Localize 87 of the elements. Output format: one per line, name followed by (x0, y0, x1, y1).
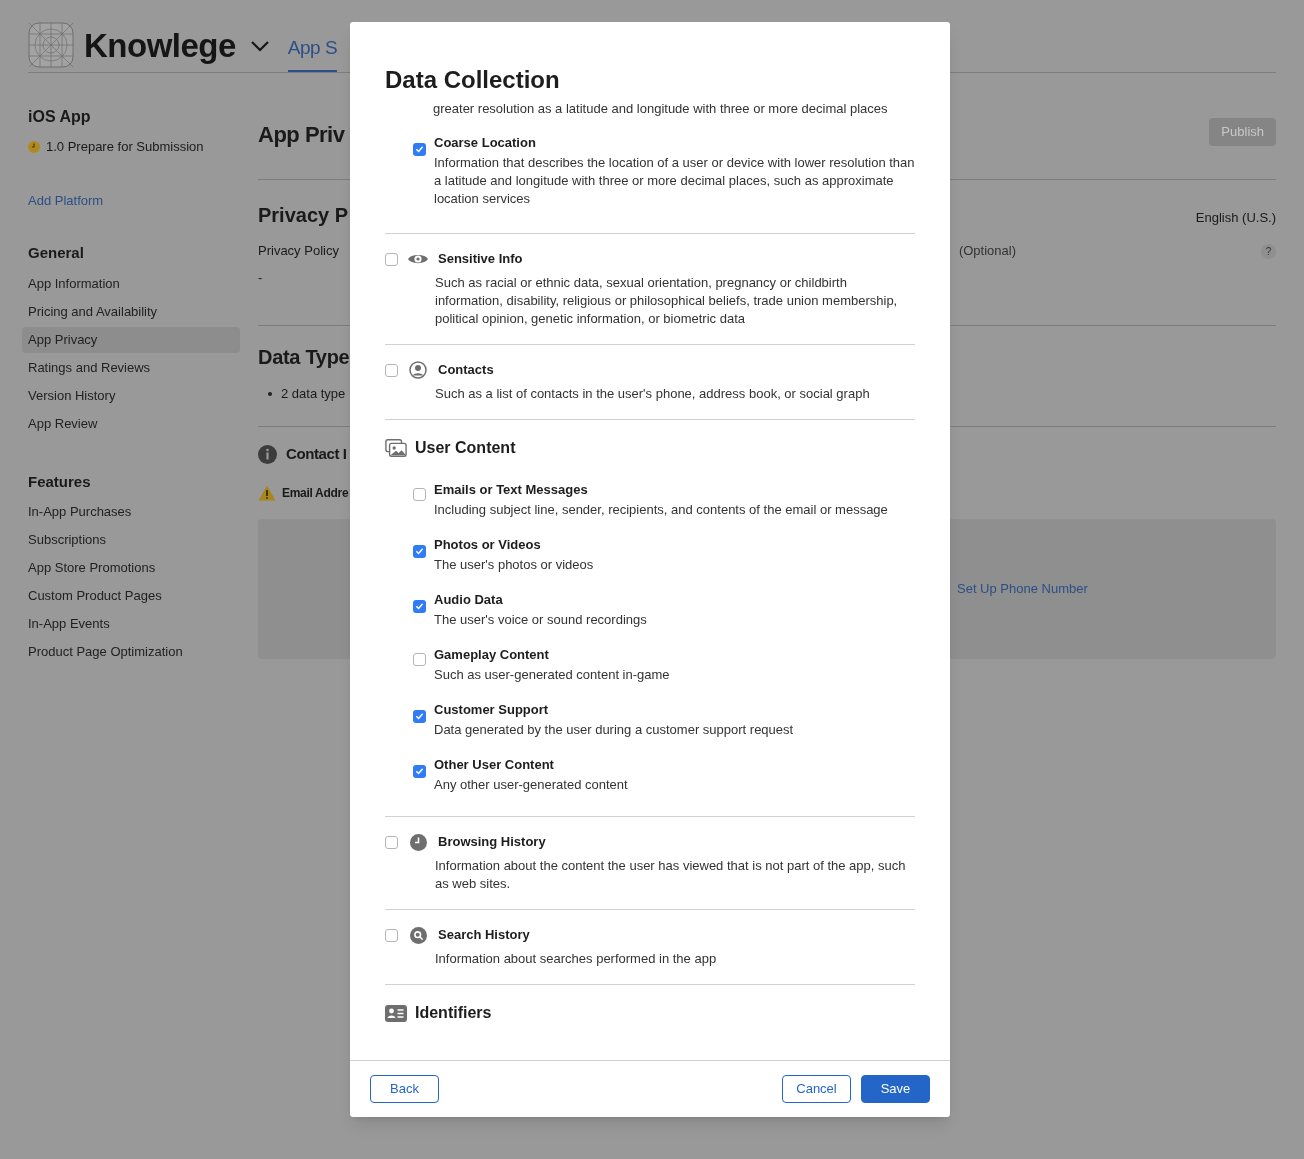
add-platform-link[interactable]: Add Platform (28, 190, 234, 210)
category-label: Contacts (438, 361, 494, 380)
eye-icon (407, 252, 429, 266)
checkbox[interactable] (413, 765, 426, 778)
checkbox[interactable] (413, 545, 426, 558)
checkmark-icon (415, 767, 424, 776)
group-heading: Identifiers (415, 1003, 492, 1023)
person-circle-icon (409, 361, 427, 379)
app-name[interactable]: Knowlege (84, 26, 236, 66)
sidebar-item[interactable]: App Review (22, 410, 240, 437)
category-description: Information about the content the user has viewed that is not part of the app, such as web sites. (434, 857, 907, 893)
sidebar-item[interactable]: App Privacy (22, 326, 240, 353)
save-button[interactable]: Save (861, 1075, 930, 1103)
category-label: Browsing History (438, 833, 546, 852)
sidebar-heading: Features (28, 471, 92, 492)
warning-icon (258, 484, 276, 501)
photos-icon (385, 438, 407, 458)
version-status[interactable]: 1.0 Prepare for Submission (46, 137, 204, 157)
checkbox[interactable] (413, 653, 426, 666)
checkbox[interactable] (385, 835, 398, 849)
checkmark-icon (415, 602, 424, 611)
option-description: Information that describes the location of a user or device with lower resolution than a latitude and longitude with three or more decimal places, such as approximate location services (434, 154, 915, 208)
category-description: Information about searches performed in the app (434, 950, 718, 968)
section-heading: Privacy P (258, 203, 349, 228)
option-description: The user's voice or sound recordings (434, 611, 647, 629)
nav-tab[interactable]: App S (287, 36, 338, 72)
category-description: Such as racial or ethnic data, sexual orientation, pregnancy or childbirth information, disability, religious or philosophical beliefs, trade union membership, political opinion, genetic information, or biometric data (434, 274, 899, 328)
option-description: Including subject line, sender, recipients, and contents of the email or message (434, 501, 888, 519)
clock-icon (409, 833, 427, 851)
checkbox[interactable] (413, 143, 426, 156)
app-icon (28, 22, 74, 68)
cancel-button[interactable]: Cancel (782, 1075, 851, 1103)
checkbox[interactable] (413, 710, 426, 723)
option-description: Data generated by the user during a customer support request (434, 721, 794, 739)
clock-icon (28, 140, 40, 153)
sidebar-item[interactable]: Pricing and Availability (22, 298, 240, 325)
option-description: Any other user-generated content (434, 776, 628, 794)
option-description: The user's photos or videos (434, 556, 594, 574)
section-heading: Data Type (258, 345, 350, 370)
section-heading: Contact I (286, 444, 347, 464)
back-button[interactable]: Back (370, 1075, 439, 1103)
category-label: Search History (438, 926, 530, 945)
id-card-icon (385, 1004, 407, 1022)
checkmark-icon (415, 712, 424, 721)
category-label: Sensitive Info (438, 250, 523, 269)
sidebar-item[interactable]: Ratings and Reviews (22, 354, 240, 381)
field-value: - (258, 269, 263, 287)
field-label: Privacy Policy (258, 242, 339, 261)
platform-title: iOS App (28, 107, 92, 127)
bullet-icon (268, 391, 272, 396)
sidebar-item[interactable]: Version History (22, 382, 240, 409)
checkmark-icon (415, 547, 424, 556)
checkbox[interactable] (385, 252, 398, 266)
sidebar-item[interactable]: App Store Promotions (22, 555, 240, 581)
info-icon (258, 444, 277, 464)
modal-title: Data Collection (385, 66, 560, 93)
sidebar-item[interactable]: In-App Events (22, 611, 240, 637)
option-label: Photos or Videos (434, 536, 542, 554)
checkbox[interactable] (413, 600, 426, 613)
option-label: Customer Support (434, 701, 550, 719)
language-label[interactable]: English (U.S.) (1195, 208, 1276, 228)
optional-label: (Optional) (958, 242, 1016, 261)
option-description: greater resolution as a latitude and longitude with three or more decimal places (432, 102, 889, 116)
option-label: Other User Content (434, 756, 555, 774)
sidebar-item[interactable]: In-App Purchases (22, 499, 240, 525)
option-label: Audio Data (434, 591, 504, 609)
sidebar-item[interactable]: App Information (22, 270, 240, 297)
sidebar-heading: General (28, 243, 85, 263)
checkbox[interactable] (385, 363, 398, 377)
sidebar-item[interactable]: Product Page Optimization (22, 639, 240, 665)
data-type-summary: 2 data type (281, 385, 346, 403)
checkmark-icon (415, 145, 424, 154)
sidebar-item[interactable]: Custom Product Pages (22, 583, 240, 609)
checkbox[interactable] (413, 488, 426, 501)
help-button[interactable]: ? (1261, 243, 1276, 259)
search-icon (409, 926, 427, 944)
category-description: Such as a list of contacts in the user's phone, address book, or social graph (434, 385, 871, 403)
checkbox[interactable] (385, 928, 398, 942)
group-heading: User Content (415, 438, 516, 458)
option-label: Coarse Location (434, 134, 537, 152)
page-title: App Priv (258, 121, 345, 149)
warning-text: Email Addre (282, 484, 349, 502)
option-label: Emails or Text Messages (434, 481, 589, 499)
chevron-down-icon[interactable] (249, 40, 270, 52)
sidebar-item[interactable]: Subscriptions (22, 527, 240, 553)
option-label: Gameplay Content (434, 646, 550, 664)
option-description: Such as user-generated content in-game (434, 666, 670, 684)
